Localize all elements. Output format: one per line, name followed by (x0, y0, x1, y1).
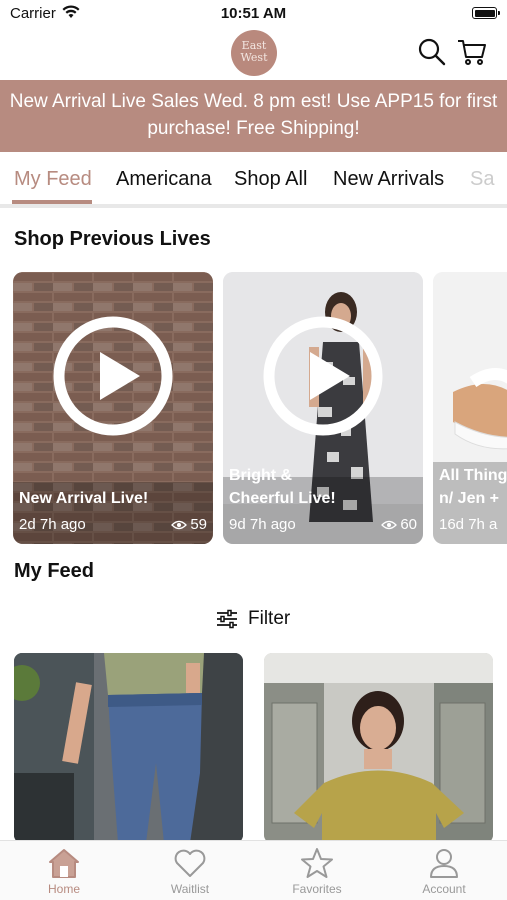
nav-waitlist[interactable]: Waitlist (140, 847, 240, 896)
yellow-top-product-image (264, 653, 493, 843)
nav-home[interactable]: Home (14, 847, 114, 896)
person-icon (430, 849, 458, 878)
promo-banner[interactable]: New Arrival Live Sales Wed. 8 pm est! Us… (0, 80, 507, 152)
app-header: East West (0, 28, 507, 80)
live-time: 16d 7h a (439, 516, 498, 533)
live-card[interactable]: All Thing n/ Jen + 16d 7h a (433, 272, 507, 544)
bottom-tab-bar: Home Waitlist Favorites Account (0, 840, 507, 900)
star-icon (301, 848, 333, 878)
search-icon[interactable] (416, 36, 448, 68)
banner-line-1: New Arrival Live Sales Wed. 8 pm est! Us… (9, 91, 498, 112)
active-tab-indicator (12, 200, 92, 204)
battery-icon (472, 7, 500, 19)
live-title-line-1: Bright & (229, 467, 293, 484)
sliders-icon (217, 609, 237, 629)
live-title-line-1: All Thing (439, 467, 507, 484)
heart-icon (174, 849, 206, 877)
eye-icon (171, 520, 188, 529)
nav-favorites[interactable]: Favorites (267, 847, 367, 896)
tab-sale-partial[interactable]: Sa (470, 168, 494, 191)
play-icon[interactable] (263, 316, 383, 436)
live-time: 2d 7h ago (19, 516, 86, 533)
play-icon[interactable] (53, 316, 173, 436)
cart-icon[interactable] (456, 36, 488, 68)
jeans-product-image (14, 653, 243, 843)
live-title-line-2: n/ Jen + (439, 490, 500, 507)
live-card[interactable]: Bright & Cheerful Live! 9d 7h ago 60 (223, 272, 423, 544)
live-time: 9d 7h ago (229, 516, 296, 533)
live-views: 59 (171, 516, 207, 533)
previous-lives-carousel[interactable]: New Arrival Live! 2d 7h ago 59 Bright & … (0, 272, 507, 544)
category-tabs: My Feed Americana Shop All New Arrivals … (0, 152, 507, 208)
section-title-previous-lives: Shop Previous Lives (14, 228, 211, 250)
brand-logo[interactable]: East West (231, 30, 277, 76)
live-views: 60 (381, 516, 417, 533)
tab-my-feed[interactable]: My Feed (14, 168, 92, 191)
nav-account[interactable]: Account (394, 847, 494, 896)
live-card[interactable]: New Arrival Live! 2d 7h ago 59 (13, 272, 213, 544)
banner-line-2: purchase! Free Shipping! (147, 118, 360, 139)
tab-shop-all[interactable]: Shop All (234, 168, 307, 191)
tab-new-arrivals[interactable]: New Arrivals (333, 168, 444, 191)
clock: 10:51 AM (220, 5, 287, 22)
feed-product-card[interactable] (264, 653, 493, 843)
feed-product-card[interactable] (14, 653, 243, 843)
section-title-my-feed: My Feed (14, 560, 95, 582)
eye-icon (381, 520, 398, 529)
tab-americana[interactable]: Americana (116, 168, 212, 191)
filter-label: Filter (248, 608, 291, 629)
filter-button[interactable]: Filter (216, 606, 290, 632)
status-bar: Carrier 10:51 AM (0, 0, 507, 28)
home-icon (49, 849, 79, 878)
live-title-line-2: Cheerful Live! (229, 490, 336, 507)
live-title: New Arrival Live! (19, 490, 149, 507)
